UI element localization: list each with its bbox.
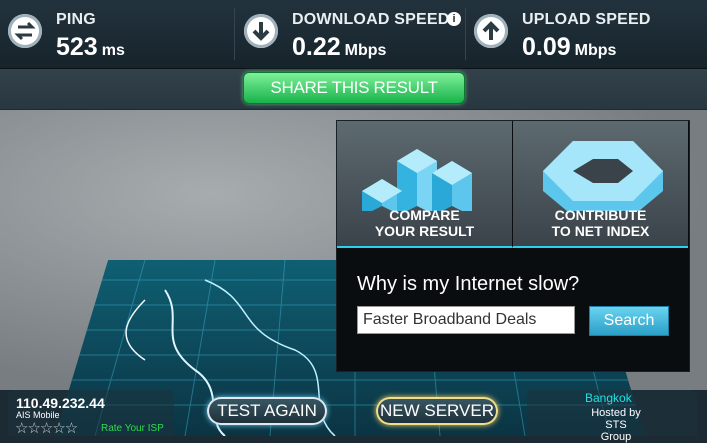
ping-arrows-icon <box>8 14 42 48</box>
contribute-net-index-tile[interactable]: CONTRIBUTE TO NET INDEX <box>513 121 688 248</box>
compare-caption: COMPARE YOUR RESULT <box>337 207 512 239</box>
rate-isp-label[interactable]: Rate Your ISP <box>101 423 164 434</box>
broadband-search-input[interactable] <box>357 306 575 334</box>
download-unit: Mbps <box>344 42 387 59</box>
result-panel: COMPARE YOUR RESULT CONTRIBUTE TO NET IN… <box>336 120 690 372</box>
new-server-button[interactable]: NEW SERVER <box>376 397 498 425</box>
ping-unit: ms <box>101 42 125 59</box>
ping-metric: PING 523 ms <box>0 0 234 66</box>
ping-value: 523 <box>56 33 98 61</box>
compare-line2: YOUR RESULT <box>374 223 475 239</box>
isp-rating-stars[interactable]: ☆☆☆☆☆ <box>15 419 78 437</box>
test-again-button[interactable]: TEST AGAIN <box>207 397 327 425</box>
ping-value-row: 523 ms <box>56 33 125 62</box>
contribute-caption: CONTRIBUTE TO NET INDEX <box>513 207 688 239</box>
info-icon[interactable]: i <box>447 12 461 26</box>
ping-label: PING <box>56 11 96 28</box>
download-metric: DOWNLOAD SPEED i 0.22 Mbps <box>236 0 466 66</box>
net-index-icon <box>543 141 663 211</box>
compare-result-tile[interactable]: COMPARE YOUR RESULT <box>337 121 513 248</box>
upload-label: UPLOAD SPEED <box>522 11 651 28</box>
results-header: PING 523 ms DOWNLOAD SPEED i 0.22 Mbps UPL… <box>0 0 707 69</box>
hosted-by-label: Hosted by <box>591 407 641 419</box>
download-value: 0.22 <box>292 33 341 61</box>
upload-value: 0.09 <box>522 33 571 61</box>
slow-internet-question: Why is my Internet slow? <box>357 273 580 295</box>
host-name: STS Group <box>600 419 632 443</box>
search-button[interactable]: Search <box>589 306 669 336</box>
upload-unit: Mbps <box>574 42 617 59</box>
contribute-line2: TO NET INDEX <box>551 223 650 239</box>
download-label: DOWNLOAD SPEED <box>292 11 450 28</box>
download-arrow-icon <box>244 14 278 48</box>
download-value-row: 0.22 Mbps <box>292 33 386 62</box>
server-city: Bangkok <box>585 391 632 405</box>
upload-metric: UPLOAD SPEED 0.09 Mbps <box>466 0 707 66</box>
client-ip: 110.49.232.44 <box>16 395 105 411</box>
share-result-button[interactable]: SHARE THIS RESULT <box>243 72 465 104</box>
contribute-line1: CONTRIBUTE <box>554 207 647 223</box>
bar-chart-icon <box>362 149 472 211</box>
divider <box>234 8 235 60</box>
upload-value-row: 0.09 Mbps <box>522 33 616 62</box>
compare-line1: COMPARE <box>389 207 460 223</box>
upload-arrow-icon <box>474 14 508 48</box>
server-host: Hosted by STS Group <box>590 407 642 443</box>
